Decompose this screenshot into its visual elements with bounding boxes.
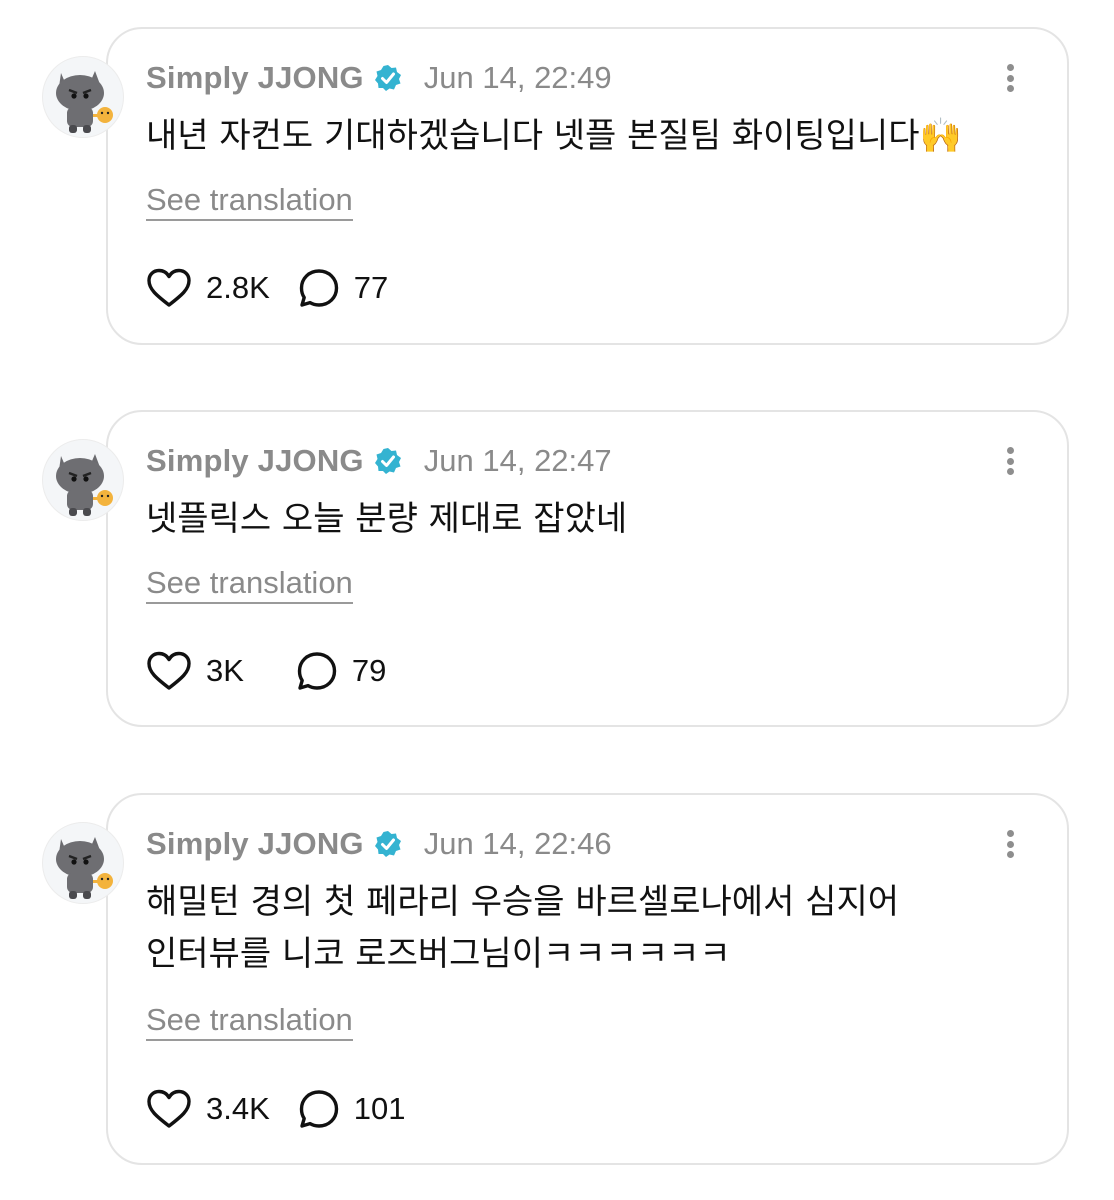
avatar[interactable]: [42, 439, 124, 521]
timestamp: Jun 14, 22:47: [423, 443, 612, 478]
speech-bubble-icon: [297, 652, 337, 690]
speech-bubble-icon: [299, 1090, 338, 1128]
reply-button[interactable]: 77: [298, 268, 388, 308]
verified-badge-icon: [374, 831, 401, 857]
heart-icon: [147, 651, 191, 690]
more-vertical-icon: [1006, 447, 1014, 454]
timestamp: Jun 14, 22:49: [423, 60, 612, 95]
timestamp: Jun 14, 22:46: [423, 826, 612, 861]
author-name[interactable]: Simply JJONG: [146, 60, 364, 96]
more-options-button[interactable]: [998, 441, 1022, 481]
post-text-line: 내년 자컨도 기대하겠습니다 넷플 본질팀 화이팅입니다🙌: [146, 116, 962, 156]
post-text-line: 인터뷰를 니코 로즈버그님이ㅋㅋㅋㅋㅋㅋ: [146, 934, 731, 974]
post-text-line: 넷플릭스 오늘 분량 제대로 잡았네: [146, 499, 628, 539]
post-text: 해밀턴 경의 첫 페라리 우승을 바르셀로나에서 심지어 인터뷰를 니코 로즈버…: [146, 876, 1026, 980]
reply-count: 77: [353, 270, 389, 305]
like-count: 3.4K: [206, 1091, 270, 1126]
post-text-line: 해밀턴 경의 첫 페라리 우승을 바르셀로나에서 심지어: [146, 882, 900, 922]
more-vertical-icon: [1006, 64, 1014, 71]
avatar[interactable]: [42, 56, 124, 138]
post-actions: 3K 79: [146, 651, 386, 691]
cat-avatar-icon: [56, 454, 113, 516]
reply-count: 101: [353, 1091, 406, 1126]
cat-avatar-icon: [56, 71, 113, 133]
see-translation-link[interactable]: See translation: [146, 565, 353, 604]
see-translation-link[interactable]: See translation: [146, 1002, 353, 1041]
more-options-button[interactable]: [998, 58, 1022, 98]
post-actions: 2.8K 77: [146, 268, 388, 308]
author-name[interactable]: Simply JJONG: [146, 443, 364, 479]
heart-icon: [147, 1089, 191, 1128]
author-name[interactable]: Simply JJONG: [146, 826, 364, 862]
more-options-button[interactable]: [998, 824, 1022, 864]
like-button[interactable]: 2.8K: [146, 268, 270, 308]
heart-icon: [147, 268, 191, 307]
cat-avatar-icon: [56, 837, 113, 899]
like-count: 3K: [206, 653, 244, 688]
like-button[interactable]: 3K: [146, 651, 244, 691]
post-header: Simply JJONG Jun 14, 22:46: [146, 824, 612, 864]
more-vertical-icon: [1006, 830, 1014, 837]
post-actions: 3.4K 101: [146, 1089, 406, 1129]
verified-badge-icon: [374, 65, 401, 91]
post-header: Simply JJONG Jun 14, 22:49: [146, 58, 612, 98]
reply-button[interactable]: 79: [296, 651, 386, 691]
like-count: 2.8K: [206, 270, 270, 305]
avatar[interactable]: [42, 822, 124, 904]
reply-button[interactable]: 101: [298, 1089, 406, 1129]
post-text: 넷플릭스 오늘 분량 제대로 잡았네: [146, 493, 1026, 545]
post-text: 내년 자컨도 기대하겠습니다 넷플 본질팀 화이팅입니다🙌: [146, 110, 1026, 162]
reply-count: 79: [351, 653, 387, 688]
verified-badge-icon: [374, 448, 401, 474]
like-button[interactable]: 3.4K: [146, 1089, 270, 1129]
post-header: Simply JJONG Jun 14, 22:47: [146, 441, 612, 481]
see-translation-link[interactable]: See translation: [146, 182, 353, 221]
speech-bubble-icon: [299, 269, 338, 307]
